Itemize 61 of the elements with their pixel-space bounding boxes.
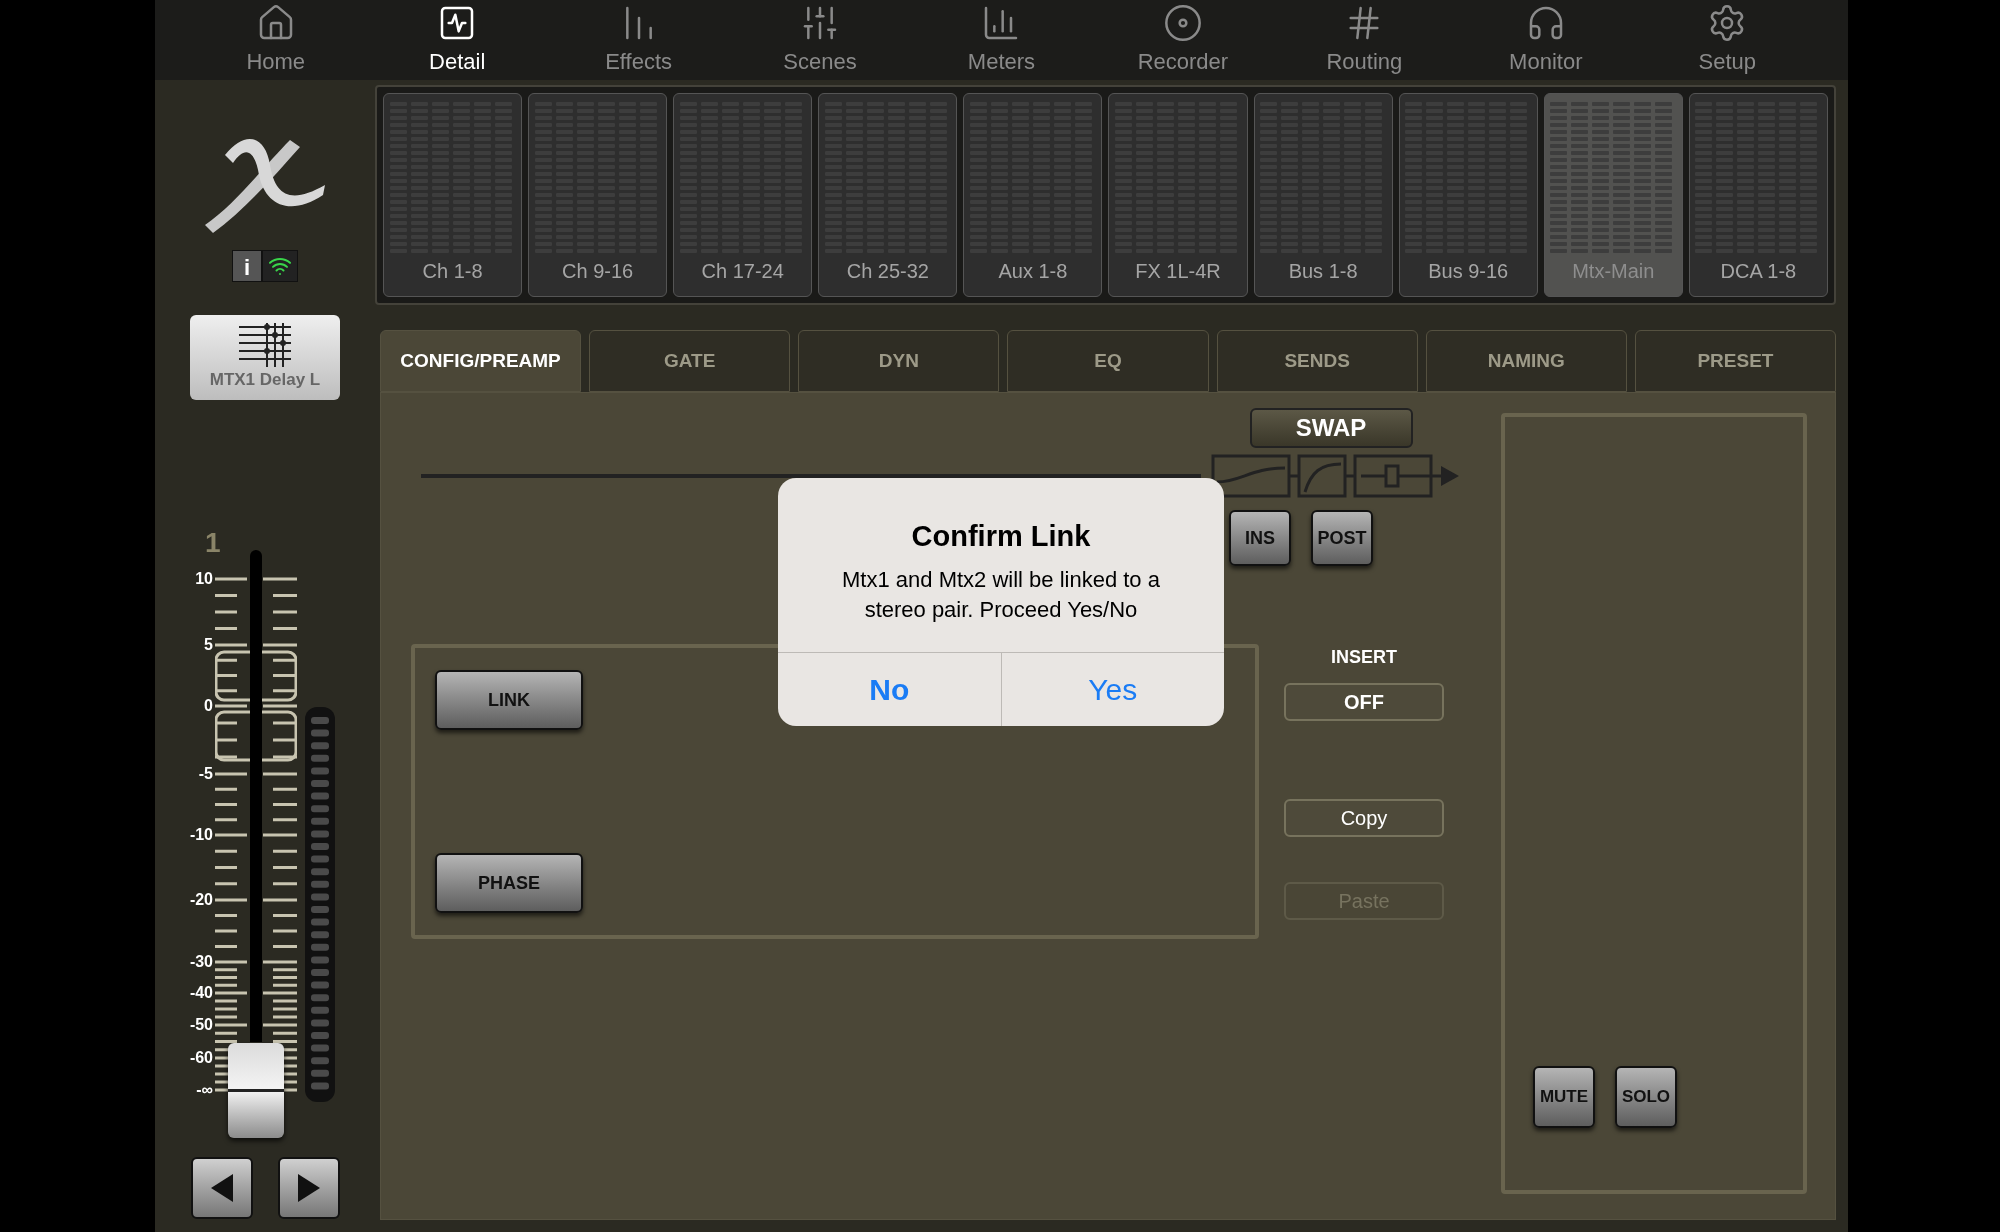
- bank-button[interactable]: Bus 1-8: [1253, 93, 1393, 297]
- nav-tab[interactable]: Monitor: [1455, 0, 1637, 80]
- tab[interactable]: DYN: [798, 330, 1000, 392]
- tab[interactable]: SENDS: [1216, 330, 1418, 392]
- nav-tab[interactable]: Setup: [1636, 0, 1818, 80]
- scale-label: -20: [188, 891, 213, 909]
- nav-tab[interactable]: Effects: [547, 0, 730, 80]
- scale-label: -∞: [195, 1081, 213, 1099]
- channel-number: 1: [205, 526, 221, 560]
- scale-label: -60: [188, 1049, 213, 1067]
- wifi-button[interactable]: [262, 250, 298, 282]
- dialog-title: Confirm Link: [911, 519, 1091, 555]
- scale-label: 10: [194, 570, 213, 588]
- nav-tab[interactable]: Recorder: [1092, 0, 1274, 80]
- mute-button[interactable]: MUTE: [1533, 1066, 1595, 1128]
- bank-button[interactable]: DCA 1-8: [1688, 93, 1828, 297]
- copy-button[interactable]: Copy: [1284, 799, 1444, 837]
- post-button[interactable]: POST: [1311, 510, 1373, 566]
- insert-label: INSERT: [1331, 646, 1397, 669]
- scale-label: -5: [197, 765, 213, 783]
- routing-grid-icon: [237, 322, 293, 367]
- solo-button[interactable]: SOLO: [1615, 1066, 1677, 1128]
- scale-label: 0: [203, 697, 213, 715]
- bank-button[interactable]: Ch 17-24: [673, 93, 813, 297]
- swap-button[interactable]: SWAP: [1249, 408, 1413, 448]
- triangle-right-icon: [297, 1174, 320, 1202]
- nav-tab[interactable]: Routing: [1273, 0, 1456, 80]
- tab[interactable]: EQ: [1007, 330, 1209, 392]
- tab[interactable]: PRESET: [1634, 330, 1836, 392]
- next-button[interactable]: [277, 1157, 340, 1219]
- scale-label: -30: [188, 953, 213, 971]
- nav-tab[interactable]: Meters: [910, 0, 1093, 80]
- scale-label: -10: [188, 826, 213, 844]
- scale-label: -40: [188, 984, 213, 1002]
- channel-strip-tile[interactable]: MTX1 Delay L: [190, 315, 340, 400]
- nav-tab[interactable]: Detail: [366, 0, 548, 80]
- nav-tab[interactable]: Home: [185, 0, 367, 80]
- target-icon: [1162, 2, 1203, 43]
- scale-label: 5: [203, 636, 213, 654]
- tab[interactable]: GATE: [589, 330, 791, 392]
- dialog-button[interactable]: Yes: [1000, 653, 1224, 726]
- tab[interactable]: CONFIG/PREAMP: [380, 330, 582, 392]
- tab[interactable]: NAMING: [1425, 330, 1627, 392]
- bank-button[interactable]: Bus 9-16: [1398, 93, 1538, 297]
- bank-button[interactable]: Ch 25-32: [818, 93, 958, 297]
- insert-button[interactable]: OFF: [1284, 683, 1444, 721]
- previous-button[interactable]: [190, 1157, 253, 1219]
- bank-button[interactable]: FX 1L-4R: [1108, 93, 1248, 297]
- nav-tab[interactable]: Scenes: [729, 0, 911, 80]
- bank-button[interactable]: Ch 9-16: [528, 93, 668, 297]
- fader-knob[interactable]: [228, 1043, 284, 1138]
- dialog-button[interactable]: No: [778, 653, 1001, 726]
- info-button[interactable]: i: [232, 250, 262, 282]
- link-button[interactable]: LINK: [435, 670, 583, 730]
- triangle-left-icon: [210, 1174, 233, 1202]
- phase-button[interactable]: PHASE: [435, 853, 583, 913]
- bank-button[interactable]: Aux 1-8: [963, 93, 1103, 297]
- ins-button[interactable]: INS: [1229, 510, 1291, 566]
- bank-button[interactable]: Ch 1-8: [383, 93, 523, 297]
- scale-label: -50: [188, 1016, 213, 1034]
- dialog-message: Mtx1 and Mtx2 will be linked to a stereo pair. Proceed Yes/No: [841, 565, 1161, 624]
